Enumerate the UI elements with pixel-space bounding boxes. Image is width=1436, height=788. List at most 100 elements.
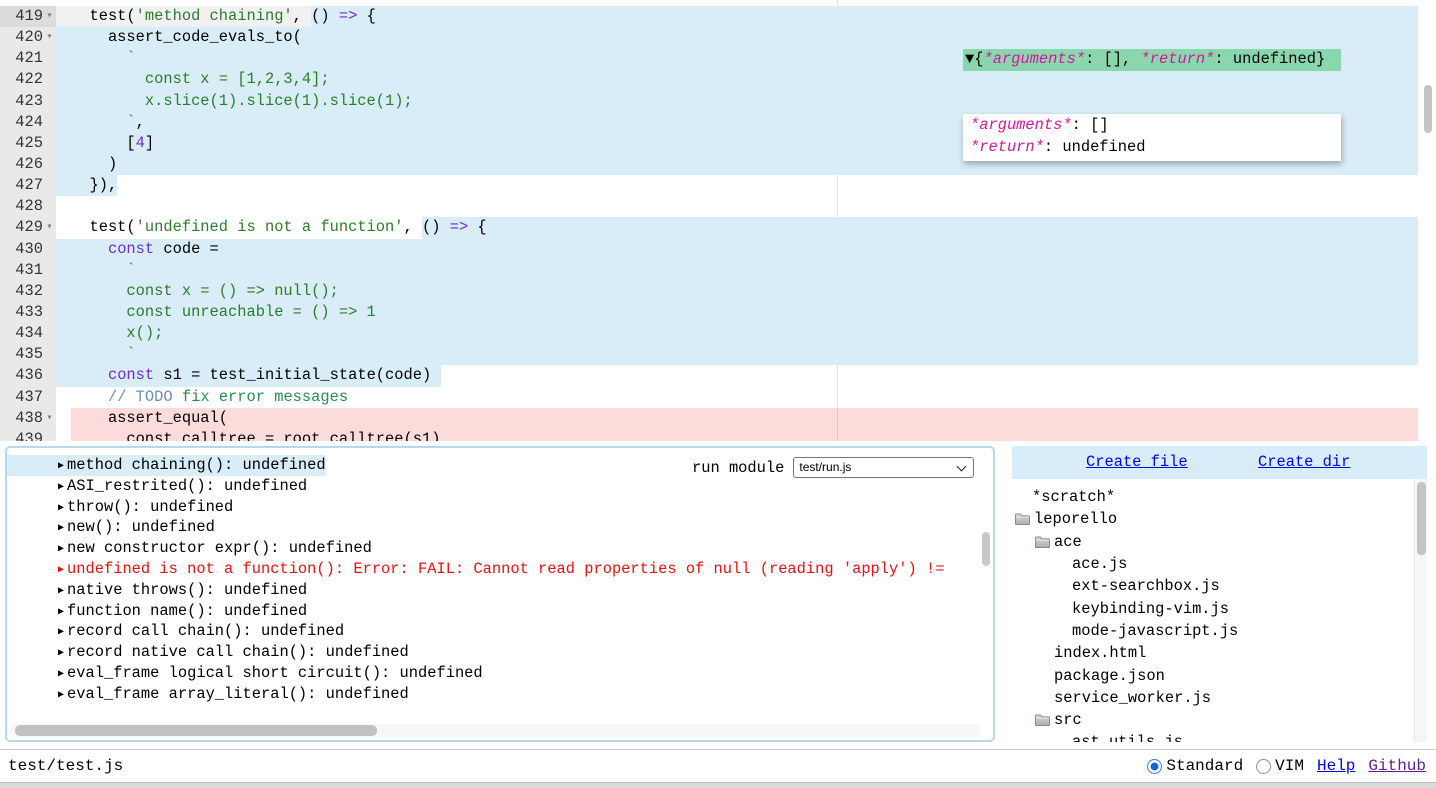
fold-arrow-icon[interactable]: ▾ [43, 408, 56, 429]
tree-file-ext-searchbox-js[interactable]: ext-searchbox.js [1012, 575, 1413, 597]
tree-file-package-json[interactable]: package.json [1012, 664, 1413, 686]
code-line[interactable]: test('undefined is not a function', () =… [56, 217, 1418, 238]
calltree-row[interactable]: ▶undefined is not a function(): Error: F… [7, 559, 993, 580]
fold-arrow-icon[interactable]: ▾ [43, 6, 56, 27]
keybinding-option-label: VIM [1275, 757, 1304, 775]
code-line[interactable]: const s1 = test_initial_state(code) [56, 365, 1418, 386]
keybinding-option-vim[interactable]: VIM [1256, 757, 1304, 775]
expand-triangle-icon[interactable]: ▶ [58, 565, 64, 576]
gutter-cell[interactable]: 427 [0, 175, 56, 196]
gutter-cell[interactable]: 425 [0, 133, 56, 154]
tree-file-ace-js[interactable]: ace.js [1012, 553, 1413, 575]
output-vertical-scrollbar-thumb[interactable] [982, 532, 990, 566]
gutter-cell[interactable]: 421 [0, 48, 56, 69]
fold-arrow-icon[interactable]: ▾ [43, 217, 56, 238]
code-token: , [293, 7, 311, 25]
tooltip-entry[interactable]: *arguments*: [] [970, 115, 1341, 137]
calltree-row[interactable]: ▶native throws(): undefined [7, 580, 993, 601]
calltree-row-label: undefined is not a function(): Error: FA… [67, 560, 944, 578]
expand-triangle-icon[interactable]: ▶ [58, 627, 64, 638]
create-dir-link[interactable]: Create dir [1258, 453, 1350, 471]
tree-folder-src[interactable]: src [1012, 709, 1413, 731]
tooltip-header-row[interactable]: ▼{*arguments*: [], *return*: undefined} [963, 49, 1341, 71]
tree-file-mode-javascript-js[interactable]: mode-javascript.js [1012, 620, 1413, 642]
code-line[interactable]: // TODO fix error messages [56, 387, 1418, 408]
gutter-cell[interactable]: 423 [0, 91, 56, 112]
expand-triangle-icon[interactable]: ▶ [58, 607, 64, 618]
gutter-cell[interactable]: 422 [0, 69, 56, 90]
radio-selected-icon[interactable] [1147, 759, 1162, 774]
calltree-row[interactable]: ▶eval_frame logical short circuit(): und… [7, 663, 993, 684]
eval-highlight [56, 239, 1418, 260]
gutter-cell[interactable]: 426 [0, 154, 56, 175]
value-inspector-tooltip: ▼{*arguments*: [], *return*: undefined} … [963, 6, 1341, 204]
gutter-cell[interactable]: 434 [0, 323, 56, 344]
expand-triangle-icon[interactable]: ▶ [58, 503, 64, 514]
calltree-row[interactable]: ▶record call chain(): undefined [7, 621, 993, 642]
expand-triangle-icon[interactable]: ▶ [58, 648, 64, 659]
tree-file--scratch-[interactable]: *scratch* [1012, 486, 1413, 508]
fold-arrow-icon[interactable]: ▾ [43, 27, 56, 48]
gutter-cell[interactable]: 438▾ [0, 408, 56, 429]
gutter-cell[interactable]: 420▾ [0, 27, 56, 48]
gutter-cell[interactable]: 430 [0, 239, 56, 260]
gutter-cell[interactable]: 433 [0, 302, 56, 323]
calltree-row[interactable]: ▶eval_frame array_literal(): undefined [7, 684, 993, 705]
gutter-cell[interactable]: 428 [0, 196, 56, 217]
create-file-link[interactable]: Create file [1086, 453, 1188, 471]
calltree-row[interactable]: ▶new(): undefined [7, 517, 993, 538]
code-token: 'method chaining' [136, 7, 293, 25]
expand-triangle-icon[interactable]: ▶ [58, 523, 64, 534]
code-line[interactable]: x(); [56, 323, 1418, 344]
code-line[interactable]: const calltree = root_calltree(s1) [56, 429, 1418, 441]
run-module-select[interactable]: test/run.js [793, 457, 974, 478]
tree-file-service-worker-js[interactable]: service_worker.js [1012, 687, 1413, 709]
gutter-cell[interactable]: 424 [0, 112, 56, 133]
gutter-cell[interactable]: 435 [0, 344, 56, 365]
output-hscroll-thumb[interactable] [15, 725, 377, 736]
keybinding-option-standard[interactable]: Standard [1147, 757, 1243, 775]
radio-unselected-icon[interactable] [1256, 759, 1271, 774]
gutter-cell[interactable]: 436 [0, 365, 56, 386]
code-line[interactable]: ` [56, 344, 1418, 365]
expand-triangle-icon[interactable]: ▶ [58, 690, 64, 701]
tooltip-entry[interactable]: *return*: undefined [970, 137, 1341, 159]
tree-file-keybinding-vim-js[interactable]: keybinding-vim.js [1012, 597, 1413, 619]
calltree-row[interactable]: ▶function name(): undefined [7, 601, 993, 622]
code-editor[interactable]: 419▾ test('method chaining', () => {420▾… [0, 0, 1436, 441]
calltree-row[interactable]: ▶method chaining(): undefined [7, 455, 326, 476]
help-link[interactable]: Help [1317, 757, 1355, 775]
files-scrollbar-thumb[interactable] [1417, 482, 1426, 555]
tree-file-index-html[interactable]: index.html [1012, 642, 1413, 664]
expand-triangle-icon[interactable]: ▶ [58, 461, 64, 472]
gutter-cell[interactable]: 431 [0, 260, 56, 281]
gutter-cell[interactable]: 429▾ [0, 217, 56, 238]
expand-triangle-icon[interactable]: ▶ [58, 544, 64, 555]
code-line[interactable]: const x = () => null(); [56, 281, 1418, 302]
code-line[interactable]: const code = [56, 239, 1418, 260]
tree-folder-leporello[interactable]: leporello [1012, 508, 1413, 530]
calltree-row[interactable]: ▶new constructor expr(): undefined [7, 538, 993, 559]
code-line[interactable]: ` [56, 260, 1418, 281]
calltree-row[interactable]: ▶throw(): undefined [7, 497, 993, 518]
expand-triangle-icon[interactable]: ▶ [58, 669, 64, 680]
gutter-cell[interactable]: 419▾ [0, 6, 56, 27]
tree-folder-ace[interactable]: ace [1012, 531, 1413, 553]
calltree-row[interactable]: ▶ASI_restrited(): undefined [7, 476, 993, 497]
output-horizontal-scrollbar[interactable] [10, 724, 981, 737]
gutter-cell[interactable]: 432 [0, 281, 56, 302]
code-line[interactable]: const unreachable = () => 1 [56, 302, 1418, 323]
code-token: ▼{ [965, 50, 983, 68]
gutter-cell[interactable]: 439 [0, 429, 56, 441]
tree-file-ast-utils-js[interactable]: ast_utils.js [1012, 731, 1413, 742]
editor-scrollbar[interactable] [1422, 0, 1434, 441]
test-output-panel: ▶ASI_2(): undefined▶ASI_restrited(): und… [5, 446, 995, 742]
expand-triangle-icon[interactable]: ▶ [58, 586, 64, 597]
files-scrollbar[interactable] [1414, 479, 1427, 742]
calltree-row[interactable]: ▶record native call chain(): undefined [7, 642, 993, 663]
code-line[interactable]: assert_equal( [56, 408, 1418, 429]
editor-scrollbar-thumb[interactable] [1424, 85, 1432, 133]
expand-triangle-icon[interactable]: ▶ [58, 482, 64, 493]
github-link[interactable]: Github [1368, 757, 1426, 775]
gutter-cell[interactable]: 437 [0, 387, 56, 408]
